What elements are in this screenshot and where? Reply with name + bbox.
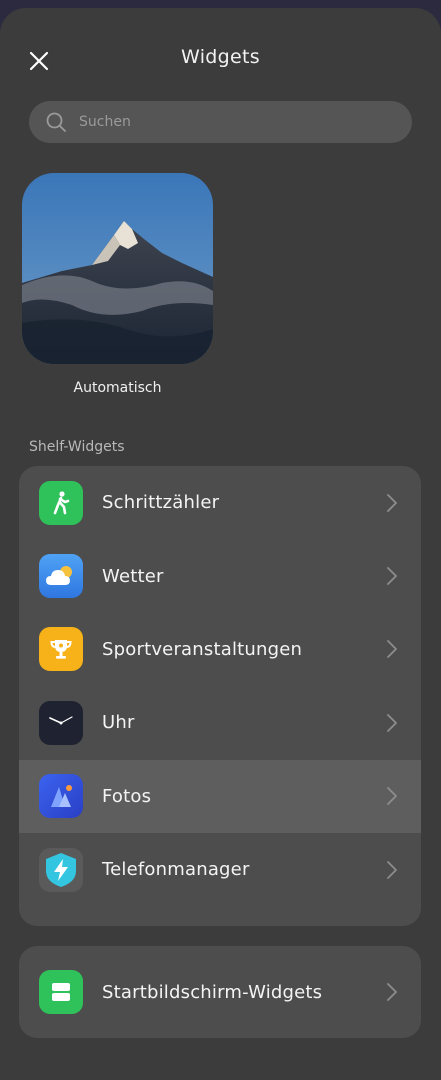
list-item-label: Uhr	[102, 712, 135, 734]
photos-icon	[39, 774, 83, 819]
mountain-photo	[22, 173, 213, 364]
list-item-label: Telefonmanager	[102, 859, 250, 881]
list-item-weather[interactable]: Wetter	[19, 539, 421, 612]
pedometer-icon	[39, 480, 83, 525]
search-bar[interactable]	[29, 101, 412, 143]
home-widgets-icon	[39, 970, 83, 1014]
list-item-label: Fotos	[102, 785, 152, 807]
home-widgets-card: Startbildschirm-Widgets	[19, 946, 421, 1038]
list-item-pedometer[interactable]: Schrittzähler	[19, 466, 421, 539]
chevron-right-icon	[387, 860, 397, 879]
list-item-phone-manager[interactable]: Telefonmanager	[19, 833, 421, 906]
chevron-right-icon	[387, 493, 397, 512]
page-title: Widgets	[181, 46, 260, 68]
shield-icon	[39, 847, 83, 892]
list-item-clock[interactable]: Uhr	[19, 686, 421, 759]
search-icon	[46, 112, 66, 132]
chevron-right-icon	[387, 713, 397, 732]
list-item-home-widgets[interactable]: Startbildschirm-Widgets	[19, 946, 421, 1038]
widgets-sheet: Widgets A	[0, 8, 441, 1080]
automatic-widget-label: Automatisch	[73, 380, 162, 396]
trophy-icon	[39, 627, 83, 672]
list-item-photos[interactable]: Fotos	[19, 759, 421, 833]
list-item-label: Startbildschirm-Widgets	[102, 981, 323, 1003]
chevron-right-icon	[387, 567, 397, 585]
list-item-label: Schrittzähler	[102, 492, 220, 514]
list-item-label: Sportveranstaltungen	[102, 638, 303, 660]
section-title: Shelf-Widgets	[29, 439, 125, 455]
list-item-sports-events[interactable]: Sportveranstaltungen	[19, 613, 421, 686]
automatic-widget-preview[interactable]	[22, 173, 213, 364]
search-input[interactable]	[77, 113, 381, 131]
list-item-label: Wetter	[102, 565, 164, 587]
chevron-right-icon	[387, 787, 397, 806]
weather-icon	[39, 554, 83, 599]
chevron-right-icon	[387, 983, 397, 1001]
chevron-right-icon	[387, 640, 397, 659]
clock-icon	[39, 700, 83, 745]
shelf-widgets-list: Schrittzähler Wetter Sportveranstaltunge…	[19, 466, 421, 926]
